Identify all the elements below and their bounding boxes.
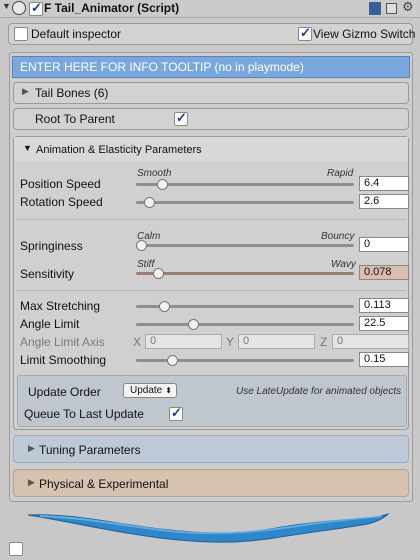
rotation-speed-label: Rotation Speed xyxy=(20,195,103,209)
limit-smoothing-thumb[interactable] xyxy=(167,355,179,366)
foldout-open-arrow-icon: ▼ xyxy=(23,143,32,153)
springiness-thumb[interactable] xyxy=(136,240,147,251)
rotation-speed-track[interactable] xyxy=(136,201,354,204)
sensitivity-label: Sensitivity xyxy=(20,267,75,281)
queue-last-update-label: Queue To Last Update xyxy=(24,407,144,421)
springiness-field[interactable]: 0 xyxy=(359,237,409,252)
physical-experimental-label: Physical & Experimental xyxy=(39,477,169,491)
foldout-arrow-icon: ▶ xyxy=(28,477,35,487)
sensitivity-thumb[interactable] xyxy=(152,268,164,279)
root-to-parent-checkbox[interactable] xyxy=(174,110,188,126)
angle-limit-label: Angle Limit xyxy=(20,317,80,331)
component-title: F Tail_Animator (Script) xyxy=(44,1,180,15)
component-icon xyxy=(12,1,26,15)
rotation-speed-field[interactable]: 2.6 xyxy=(359,194,409,209)
springiness-track[interactable] xyxy=(136,244,354,247)
sensitivity-track[interactable] xyxy=(136,272,354,275)
update-order-hint: Use LateUpdate for animated objects xyxy=(236,386,402,397)
position-speed-min-label: Smooth xyxy=(137,168,172,179)
max-stretching-thumb[interactable] xyxy=(158,301,170,312)
max-stretching-label: Max Stretching xyxy=(20,299,101,313)
book-icon[interactable] xyxy=(369,2,381,15)
view-gizmo-label: View Gizmo Switch xyxy=(313,27,416,41)
info-tooltip-text: ENTER HERE FOR INFO TOOLTIP (no in playm… xyxy=(20,60,304,74)
limit-smoothing-field[interactable]: 0.15 xyxy=(359,352,409,367)
bottom-checkbox[interactable] xyxy=(9,542,23,556)
view-gizmo-checkbox[interactable] xyxy=(298,25,312,41)
position-speed-track[interactable] xyxy=(136,183,354,186)
update-order-dropdown[interactable]: Update ⬍ xyxy=(123,383,177,398)
sensitivity-min-label: Stiff xyxy=(137,259,155,270)
root-to-parent-label: Root To Parent xyxy=(35,112,115,126)
settings-gear-icon[interactable]: ⚙ xyxy=(402,0,414,15)
axis-z-label: Z xyxy=(320,335,328,349)
sensitivity-field[interactable]: 0.078 xyxy=(359,265,409,280)
tail-preview-image xyxy=(27,513,390,543)
limit-smoothing-label: Limit Smoothing xyxy=(20,353,107,367)
foldout-arrow-icon: ▶ xyxy=(22,86,29,96)
position-speed-field[interactable]: 6.4 xyxy=(359,176,409,191)
update-order-selected: Update xyxy=(130,385,163,396)
angle-limit-field[interactable]: 22.5 xyxy=(359,316,409,331)
springiness-label: Springiness xyxy=(20,239,83,253)
default-inspector-label: Default inspector xyxy=(31,27,122,41)
update-order-label: Update Order xyxy=(28,385,101,399)
position-speed-thumb[interactable] xyxy=(156,179,168,190)
divider xyxy=(16,219,406,220)
dropdown-arrows-icon: ⬍ xyxy=(165,386,172,395)
angle-limit-track[interactable] xyxy=(136,323,354,326)
position-speed-max-label: Rapid xyxy=(327,168,354,179)
axis-z-field[interactable]: 0 xyxy=(332,334,409,349)
axis-y-label: Y xyxy=(226,335,235,349)
max-stretching-field[interactable]: 0.113 xyxy=(359,298,409,313)
axis-x-field[interactable]: 0 xyxy=(145,334,222,349)
foldout-arrow-icon: ▶ xyxy=(28,443,35,453)
axis-y-field[interactable]: 0 xyxy=(238,334,315,349)
springiness-max-label: Bouncy xyxy=(321,231,355,242)
angle-limit-axis-label: Angle Limit Axis xyxy=(20,335,105,349)
animation-section-label: Animation & Elasticity Parameters xyxy=(36,144,202,156)
tuning-parameters-label: Tuning Parameters xyxy=(39,443,141,457)
tail-bones-label: Tail Bones (6) xyxy=(35,86,109,100)
fold-arrow-icon[interactable]: ▼ xyxy=(2,1,11,11)
default-inspector-checkbox[interactable] xyxy=(14,27,28,41)
angle-limit-thumb[interactable] xyxy=(187,319,199,330)
position-speed-label: Position Speed xyxy=(20,177,101,191)
divider xyxy=(16,290,406,291)
component-header: ▼ F Tail_Animator (Script) ⚙ xyxy=(0,0,420,18)
axis-x-label: X xyxy=(133,335,142,349)
queue-last-update-checkbox[interactable] xyxy=(169,405,183,421)
sensitivity-max-label: Wavy xyxy=(331,259,356,270)
preset-icon[interactable] xyxy=(386,3,397,14)
component-enabled-checkbox[interactable] xyxy=(29,0,43,16)
